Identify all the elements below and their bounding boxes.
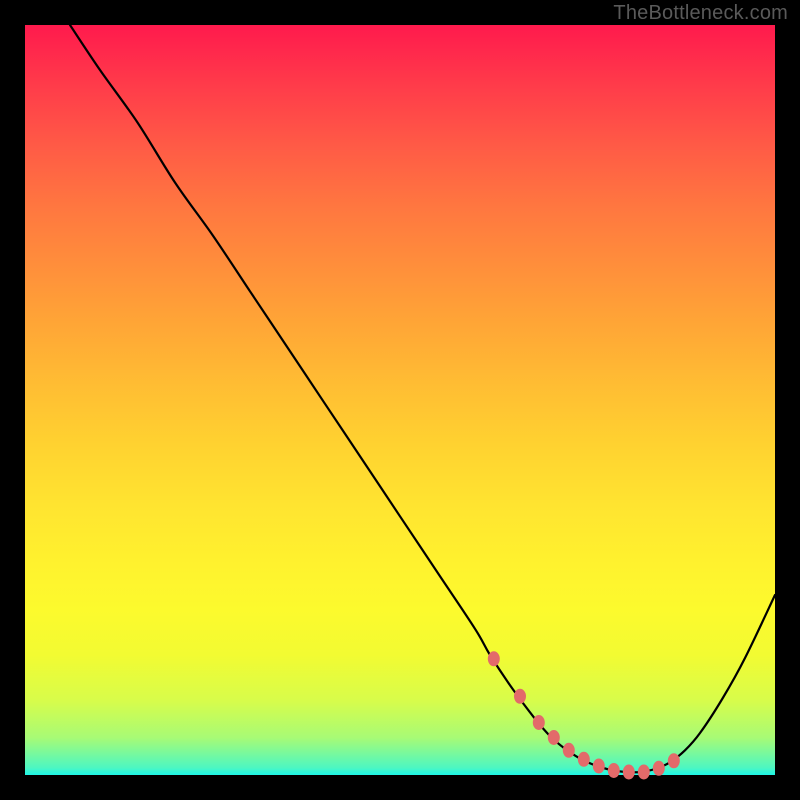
- curve-marker: [578, 752, 590, 767]
- curve-marker: [514, 689, 526, 704]
- bottleneck-curve: [70, 25, 775, 772]
- watermark-text: TheBottleneck.com: [613, 2, 788, 25]
- curve-marker: [533, 715, 545, 730]
- curve-marker: [638, 765, 650, 780]
- curve-marker: [623, 765, 635, 780]
- curve-markers: [488, 651, 680, 779]
- curve-marker: [488, 651, 500, 666]
- curve-marker: [653, 761, 665, 776]
- curve-marker: [668, 753, 680, 768]
- curve-marker: [593, 759, 605, 774]
- curve-overlay: [25, 25, 775, 775]
- curve-marker: [608, 763, 620, 778]
- curve-marker: [548, 730, 560, 745]
- chart-frame: TheBottleneck.com: [0, 0, 800, 800]
- curve-marker: [563, 743, 575, 758]
